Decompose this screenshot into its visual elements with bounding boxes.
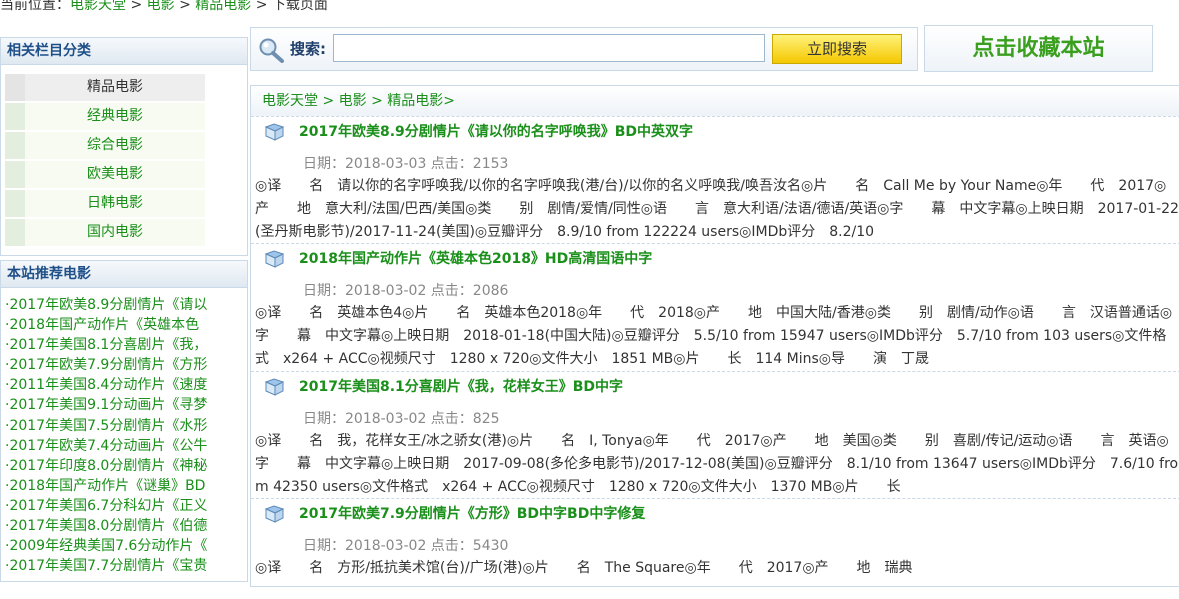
breadcrumb-prefix: 当前位置： xyxy=(0,0,70,13)
category-item-japan-korea[interactable]: 日韩电影 xyxy=(5,190,205,217)
movie-description: ◎译 名 英雄本色4◎片 名 英雄本色2018◎年 代 2018◎产 地 中国大… xyxy=(255,305,1173,367)
recommend-panel-title: 本站推荐电影 xyxy=(1,261,247,288)
breadcrumb-category-link[interactable]: 精品电影 xyxy=(195,0,251,13)
recommend-link[interactable]: ·2017年欧美8.9分剧情片《请以 xyxy=(5,295,243,315)
breadcrumb-separator: > xyxy=(174,0,196,13)
bookmark-site-button[interactable]: 点击收藏本站 xyxy=(924,25,1153,72)
document-icon xyxy=(264,505,285,523)
movie-date: 日期：2018-03-03 点击：2153 xyxy=(303,156,509,172)
movie-date: 日期：2018-03-02 点击：2086 xyxy=(303,283,509,299)
category-item-featured[interactable]: 精品电影 xyxy=(5,74,205,101)
search-input[interactable] xyxy=(333,34,765,62)
recommend-link[interactable]: ·2018年国产动作片《谜巢》BD xyxy=(5,476,243,496)
category-panel-title: 相关栏目分类 xyxy=(1,38,247,65)
recommend-link[interactable]: ·2017年欧美7.9分剧情片《方形 xyxy=(5,355,243,375)
search-bar: 搜索: 立即搜索 xyxy=(250,27,918,71)
movie-list-item: 2017年美国8.1分喜剧片《我，花样女王》BD中字 日期：2018-03-02… xyxy=(251,372,1179,499)
recommend-link[interactable]: ·2017年美国6.7分科幻片《正义 xyxy=(5,496,243,516)
recommend-link[interactable]: ·2017年美国7.5分剧情片《水形 xyxy=(5,416,243,436)
breadcrumb-home-link[interactable]: 电影天堂 xyxy=(70,0,126,13)
movie-date: 日期：2018-03-02 点击：825 xyxy=(303,411,500,427)
list-breadcrumb[interactable]: 电影天堂 > 电影 > 精品电影> xyxy=(251,86,1179,117)
category-item-classic[interactable]: 经典电影 xyxy=(5,103,205,130)
movie-date: 日期：2018-03-02 点击：5430 xyxy=(303,538,509,554)
breadcrumb-separator: > xyxy=(251,0,272,13)
recommend-link[interactable]: ·2017年欧美7.4分动画片《公牛 xyxy=(5,436,243,456)
category-item-western[interactable]: 欧美电影 xyxy=(5,161,205,188)
breadcrumb-current: 下载页面 xyxy=(271,0,328,13)
movie-title-link[interactable]: 2017年欧美7.9分剧情片《方形》BD中字BD中字修复 xyxy=(299,503,645,523)
category-item-domestic[interactable]: 国内电影 xyxy=(5,219,205,246)
search-button[interactable]: 立即搜索 xyxy=(772,34,902,64)
category-list: 精品电影 经典电影 综合电影 欧美电影 日韩电影 国内电影 xyxy=(5,74,205,248)
document-icon xyxy=(264,250,285,268)
breadcrumb-separator: > xyxy=(126,0,147,13)
document-icon xyxy=(264,378,285,396)
movie-description: ◎译 名 请以你的名字呼唤我/以你的名字呼唤我(港/台)/以你的名义呼唤我/唤吾… xyxy=(255,178,1179,240)
movie-title-link[interactable]: 2017年欧美8.9分剧情片《请以你的名字呼唤我》BD中英双字 xyxy=(299,121,693,141)
recommend-panel: 本站推荐电影 ·2017年欧美8.9分剧情片《请以 ·2018年国产动作片《英雄… xyxy=(0,260,248,582)
document-icon xyxy=(264,123,285,141)
recommend-link[interactable]: ·2017年印度8.0分剧情片《神秘 xyxy=(5,456,243,476)
movie-list-item: 2017年欧美7.9分剧情片《方形》BD中字BD中字修复 日期：2018-03-… xyxy=(251,499,1179,599)
movie-list-item: 2017年欧美8.9分剧情片《请以你的名字呼唤我》BD中英双字 日期：2018-… xyxy=(251,117,1179,244)
search-label: 搜索: xyxy=(290,40,326,58)
movie-list-panel: 电影天堂 > 电影 > 精品电影> 2017年欧美8.9分剧情片《请以你的名字呼… xyxy=(250,85,1179,587)
recommend-link[interactable]: ·2017年美国9.1分动画片《寻梦 xyxy=(5,395,243,415)
movie-description: ◎译 名 方形/抵抗美术馆(台)/广场(港)◎片 名 The Square◎年 … xyxy=(255,560,913,576)
category-panel: 相关栏目分类 精品电影 经典电影 综合电影 欧美电影 日韩电影 国内电影 xyxy=(0,37,248,256)
category-item-general[interactable]: 综合电影 xyxy=(5,132,205,159)
recommend-link[interactable]: ·2017年美国7.7分剧情片《宝贵 xyxy=(5,556,243,576)
breadcrumb-movies-link[interactable]: 电影 xyxy=(147,0,175,13)
movie-description: ◎译 名 我，花样女王/冰之骄女(港)◎片 名 I, Tonya◎年 代 201… xyxy=(255,433,1179,495)
movie-list-item: 2018年国产动作片《英雄本色2018》HD高清国语中字 日期：2018-03-… xyxy=(251,244,1179,372)
movie-title-link[interactable]: 2017年美国8.1分喜剧片《我，花样女王》BD中字 xyxy=(299,376,623,396)
top-breadcrumb: 当前位置：电影天堂 > 电影 > 精品电影 > 下载页面 xyxy=(0,0,328,14)
search-icon xyxy=(259,38,284,63)
recommend-link[interactable]: ·2017年美国8.1分喜剧片《我， xyxy=(5,335,243,355)
recommend-link[interactable]: ·2018年国产动作片《英雄本色 xyxy=(5,315,243,335)
recommend-link[interactable]: ·2017年美国8.0分剧情片《伯德 xyxy=(5,516,243,536)
recommend-link[interactable]: ·2011年美国8.4分动作片《速度 xyxy=(5,375,243,395)
recommend-link[interactable]: ·2009年经典美国7.6分动作片《 xyxy=(5,536,243,556)
recommend-list: ·2017年欧美8.9分剧情片《请以 ·2018年国产动作片《英雄本色 ·201… xyxy=(5,295,243,576)
movie-title-link[interactable]: 2018年国产动作片《英雄本色2018》HD高清国语中字 xyxy=(299,248,652,268)
